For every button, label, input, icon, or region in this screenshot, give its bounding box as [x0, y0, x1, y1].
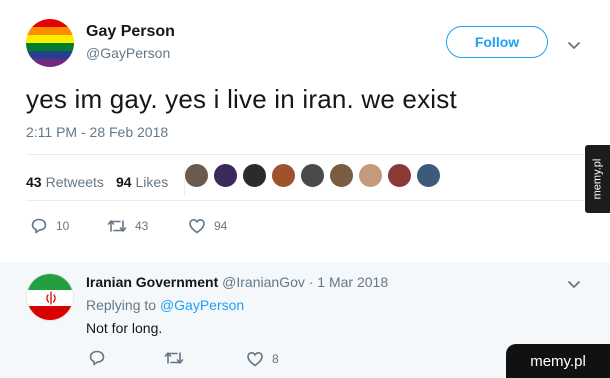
liker-avatar[interactable] — [358, 163, 383, 188]
replying-label: Replying to — [86, 297, 157, 313]
avatar-stripe — [26, 35, 74, 43]
likes-label[interactable]: Likes — [136, 174, 169, 190]
liker-avatar[interactable] — [387, 163, 412, 188]
reply-text: Not for long. — [86, 320, 163, 336]
tweet-stats: 43 Retweets 94 Likes — [26, 168, 199, 196]
tweet-timestamp[interactable]: 2:11 PM - 28 Feb 2018 — [26, 124, 168, 140]
liker-avatar[interactable] — [242, 163, 267, 188]
retweet-icon — [164, 352, 184, 364]
replying-handle-link[interactable]: @GayPerson — [160, 297, 244, 313]
tweet-text: yes im gay. yes i live in iran. we exist — [26, 84, 457, 114]
flag-stripe-green — [27, 274, 73, 290]
corner-watermark: memy.pl — [506, 344, 610, 378]
reply-like-count: 8 — [272, 352, 279, 366]
reply-author-name[interactable]: Iranian Government — [86, 274, 218, 290]
avatar[interactable] — [26, 19, 74, 67]
reply-icon — [31, 218, 47, 234]
chevron-down-icon[interactable] — [566, 37, 582, 53]
reply-header: Iranian Government @IranianGov · 1 Mar 2… — [86, 274, 388, 290]
liker-avatar[interactable] — [416, 163, 441, 188]
liker-avatar[interactable] — [271, 163, 296, 188]
like-count: 94 — [214, 219, 228, 233]
emblem-icon — [46, 291, 56, 305]
retweet-button[interactable]: 43 — [107, 217, 148, 235]
chevron-down-icon[interactable] — [566, 276, 582, 292]
avatar-stripe — [26, 43, 74, 51]
liker-avatar[interactable] — [329, 163, 354, 188]
heart-icon — [247, 352, 263, 367]
avatar-stripe — [26, 59, 74, 67]
retweet-count: 43 — [135, 219, 149, 233]
liker-avatar[interactable] — [300, 163, 325, 188]
divider — [26, 200, 584, 201]
reply-icon — [89, 350, 105, 366]
author-name[interactable]: Gay Person — [86, 23, 175, 41]
liker-avatar[interactable] — [213, 163, 238, 188]
reply-count: 10 — [56, 219, 70, 233]
retweets-count[interactable]: 43 — [26, 174, 42, 190]
divider — [26, 154, 584, 155]
likes-count[interactable]: 94 — [116, 174, 132, 190]
follow-button[interactable]: Follow — [446, 26, 548, 58]
flag-stripe-red — [27, 306, 73, 320]
author-handle[interactable]: @GayPerson — [86, 45, 170, 61]
reply-date[interactable]: · 1 Mar 2018 — [309, 274, 388, 290]
like-button[interactable]: 94 — [188, 217, 227, 235]
heart-icon — [189, 219, 205, 234]
avatar-stripe — [26, 19, 74, 27]
retweet-icon — [107, 220, 127, 232]
avatar-stripe — [26, 51, 74, 59]
avatar-stripe — [26, 27, 74, 35]
reply-avatar[interactable] — [26, 273, 74, 321]
reply-author-handle[interactable]: @IranianGov — [222, 274, 305, 290]
replying-to: Replying to @GayPerson — [86, 297, 244, 313]
liker-avatars — [184, 163, 445, 188]
like-button[interactable]: 8 — [246, 350, 279, 368]
retweets-label[interactable]: Retweets — [46, 174, 104, 190]
reply-button[interactable] — [88, 349, 114, 367]
retweet-button[interactable] — [164, 349, 192, 367]
liker-avatar[interactable] — [184, 163, 209, 188]
reply-button[interactable]: 10 — [30, 217, 69, 235]
side-watermark: memy.pl — [585, 145, 610, 213]
side-watermark-text: memy.pl — [591, 158, 604, 200]
